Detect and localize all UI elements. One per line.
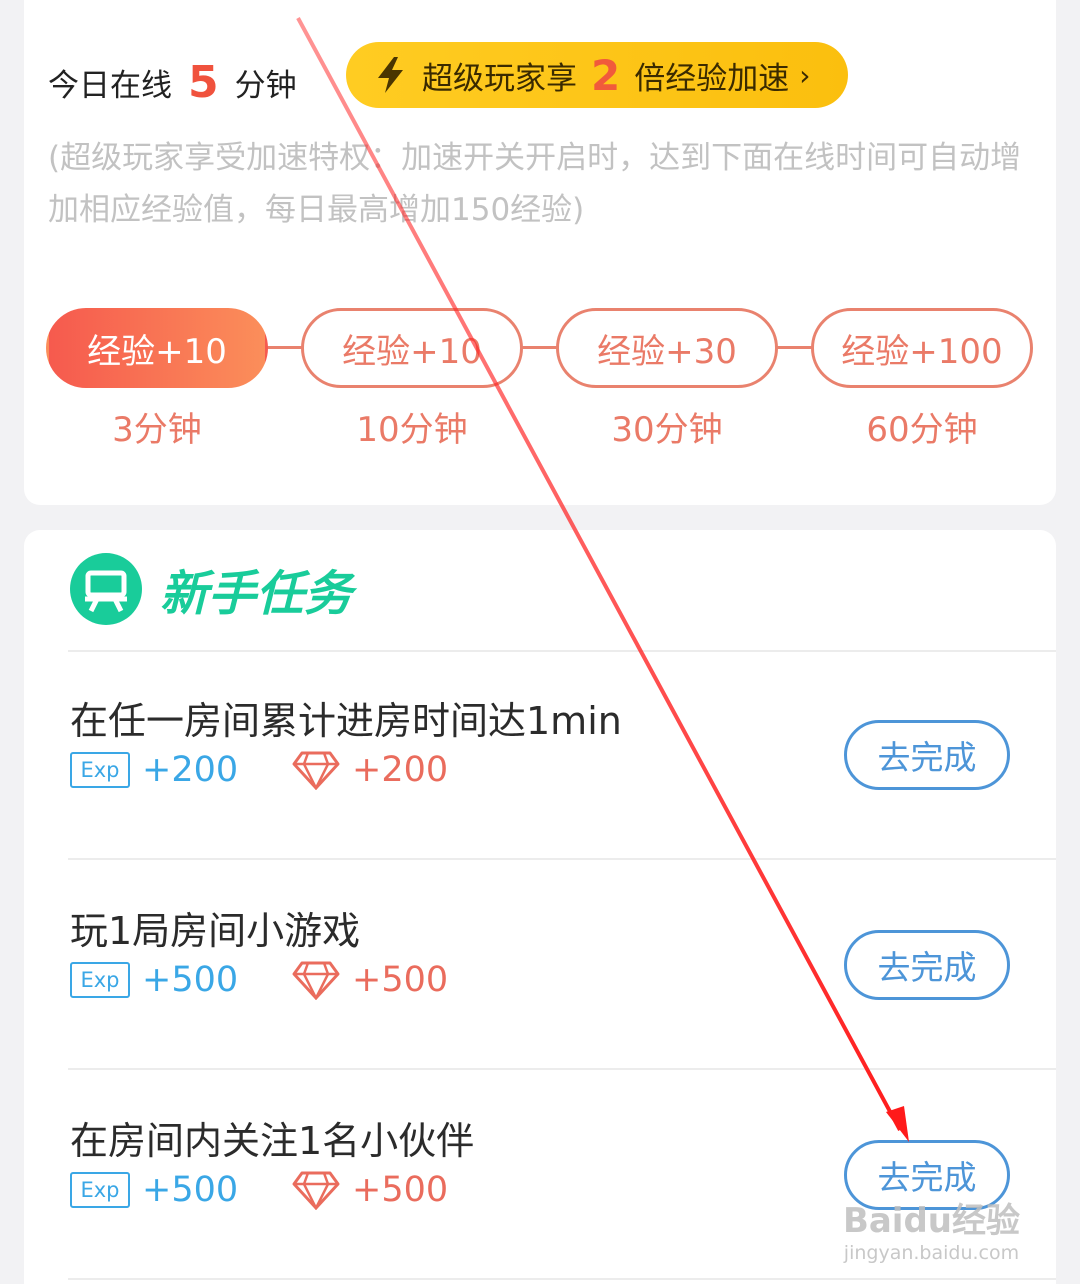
diamond-icon [292,961,340,1000]
task-name: 在任一房间累计进房时间达1min [70,699,622,743]
exp-reward: Exp +200 [70,750,238,790]
watermark: Baidu经验 jingyan.baidu.com [843,1193,1020,1264]
complete-task-button[interactable]: 去完成 [844,720,1010,790]
exp-step-1: 经验+10 [46,308,268,388]
step-connector [520,346,560,349]
exp-badge: Exp [70,1172,130,1208]
gem-reward: +200 [292,750,448,790]
exp-step-time-2: 10分钟 [356,410,468,450]
exp-value: +500 [142,1170,239,1210]
exp-value: +500 [142,960,239,1000]
gem-value: +500 [352,960,449,1000]
task-row: 玩1局房间小游戏 Exp +500 +500 去完成 [70,900,1056,1110]
exp-value: +200 [142,750,239,790]
board-icon [70,553,142,625]
step-connector [776,346,816,349]
gem-reward: +500 [292,1170,448,1210]
exp-reward: Exp +500 [70,960,238,1000]
gem-value: +200 [352,750,449,790]
exp-step-4: 经验+100 [811,308,1033,388]
diamond-icon [292,751,340,790]
exp-step-time-1: 3分钟 [112,410,202,450]
diamond-icon [292,1171,340,1210]
gem-value: +500 [352,1170,449,1210]
exp-step-time-4: 60分钟 [866,410,978,450]
tasks-title: 新手任务 [160,566,353,622]
exp-step-2: 经验+10 [301,308,523,388]
exp-steps: 经验+10 经验+10 经验+30 经验+100 3分钟 10分钟 30分钟 6… [0,0,1080,520]
step-connector [266,346,306,349]
task-row: 在任一房间累计进房时间达1min Exp +200 +200 去完成 [70,690,1056,900]
gem-reward: +500 [292,960,448,1000]
exp-step-time-3: 30分钟 [611,410,723,450]
task-name: 玩1局房间小游戏 [70,909,361,953]
complete-task-button[interactable]: 去完成 [844,930,1010,1000]
divider [68,650,1056,652]
exp-reward: Exp +500 [70,1170,238,1210]
exp-badge: Exp [70,962,130,998]
exp-step-3: 经验+30 [556,308,778,388]
task-name: 在房间内关注1名小伙伴 [70,1119,475,1163]
watermark-brand: Baidu经验 [842,1201,1020,1241]
exp-badge: Exp [70,752,130,788]
watermark-url: jingyan.baidu.com [843,1242,1020,1264]
tasks-header: 新手任务 [70,553,352,625]
